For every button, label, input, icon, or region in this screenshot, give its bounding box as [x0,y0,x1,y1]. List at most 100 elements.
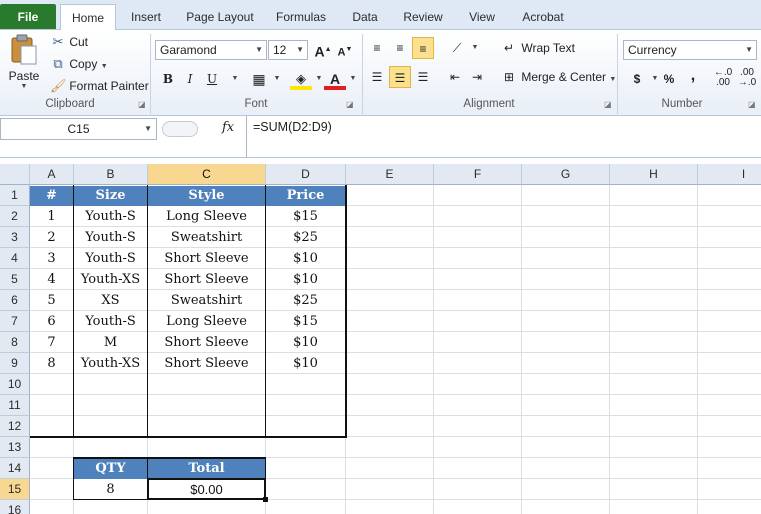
table-cell[interactable]: Youth-XS [74,354,147,374]
row-header-11[interactable]: 11 [0,395,30,416]
column-header-f[interactable]: F [434,164,522,185]
underline-icon[interactable]: U [201,68,223,90]
table-cell[interactable]: 7 [30,333,73,353]
row-header-13[interactable]: 13 [0,437,30,458]
chevron-down-icon[interactable]: ▼ [224,68,246,90]
row-header-8[interactable]: 8 [0,332,30,353]
table-header-cell[interactable]: Style [148,186,265,206]
table-cell[interactable]: $15 [266,312,345,332]
column-header-g[interactable]: G [522,164,610,185]
align-center-icon[interactable]: ☰ [389,66,411,88]
table-cell[interactable]: Youth-XS [74,270,147,290]
align-left-icon[interactable]: ☰ [366,66,388,88]
table-cell[interactable]: 6 [30,312,73,332]
column-header-d[interactable]: D [266,164,346,185]
column-header-h[interactable]: H [610,164,698,185]
copy-dropdown-icon[interactable]: ▼ [101,63,108,70]
table-cell[interactable]: Sweatshirt [148,291,265,311]
table-header-cell[interactable]: Size [74,186,147,206]
summary-header-cell[interactable]: QTY [74,459,147,479]
tab-formulas[interactable]: Formulas [270,4,332,30]
table-cell[interactable]: $25 [266,291,345,311]
wrap-text-button[interactable]: ↵ Wrap Text [500,41,575,55]
table-cell[interactable]: Short Sleeve [148,249,265,269]
decrease-font-size-icon[interactable]: A▼ [334,39,356,61]
align-right-icon[interactable]: ☰ [412,66,434,88]
table-cell[interactable]: $10 [266,270,345,290]
percent-format-icon[interactable]: % [658,68,680,90]
column-header-i[interactable]: I [698,164,761,185]
table-cell[interactable]: Short Sleeve [148,333,265,353]
align-middle-icon[interactable]: ≡ [389,37,411,59]
table-cell[interactable]: $15 [266,207,345,227]
table-cell[interactable]: Long Sleeve [148,207,265,227]
table-cell[interactable]: XS [74,291,147,311]
italic-icon[interactable]: I [179,68,201,90]
table-cell[interactable]: $10 [266,249,345,269]
paste-button[interactable]: Paste ▼ [6,34,42,94]
row-header-3[interactable]: 3 [0,227,30,248]
row-header-5[interactable]: 5 [0,269,30,290]
table-cell[interactable]: Youth-S [74,228,147,248]
tab-home[interactable]: Home [60,4,116,31]
tab-view[interactable]: View [462,4,502,30]
format-painter-button[interactable]: 🖌 Format Painter [50,78,149,94]
increase-decimal-icon[interactable]: ←.0.00 [712,68,734,90]
summary-value-cell[interactable]: 8 [74,480,147,500]
number-launcher-icon[interactable]: ◪ [748,100,756,109]
merge-center-button[interactable]: ⊞ Merge & Center ▼ [500,70,616,84]
tab-review[interactable]: Review [396,4,450,30]
row-header-10[interactable]: 10 [0,374,30,395]
chevron-down-icon[interactable]: ▼ [266,68,288,90]
table-cell[interactable]: 3 [30,249,73,269]
table-header-cell[interactable]: Price [266,186,345,206]
table-cell[interactable]: Youth-S [74,249,147,269]
column-header-a[interactable]: A [30,164,74,185]
font-launcher-icon[interactable]: ◪ [346,100,354,109]
table-cell[interactable]: Sweatshirt [148,228,265,248]
row-header-6[interactable]: 6 [0,290,30,311]
row-header-1[interactable]: 1 [0,185,30,206]
tab-file[interactable]: File [0,4,56,29]
font-size-combo[interactable]: 12 ▼ [268,40,308,60]
row-header-15[interactable]: 15 [0,479,30,500]
table-cell[interactable]: Short Sleeve [148,354,265,374]
row-header-12[interactable]: 12 [0,416,30,437]
comma-format-icon[interactable]: , [682,68,704,90]
row-header-4[interactable]: 4 [0,248,30,269]
table-header-cell[interactable]: # [30,186,73,206]
table-cell[interactable]: M [74,333,147,353]
tab-insert[interactable]: Insert [122,4,170,30]
clipboard-launcher-icon[interactable]: ◪ [138,100,146,109]
copy-button[interactable]: ⧉ Copy ▼ [50,56,108,72]
table-cell[interactable]: 8 [30,354,73,374]
decrease-indent-icon[interactable]: ⇤ [444,66,466,88]
table-cell[interactable]: Long Sleeve [148,312,265,332]
select-all-corner[interactable] [0,164,30,185]
table-cell[interactable]: $10 [266,354,345,374]
fill-handle[interactable] [263,497,268,502]
table-cell[interactable]: 1 [30,207,73,227]
number-format-combo[interactable]: Currency ▼ [623,40,757,60]
table-cell[interactable]: $10 [266,333,345,353]
table-cell[interactable]: $25 [266,228,345,248]
column-header-e[interactable]: E [346,164,434,185]
formula-input[interactable]: =SUM(D2:D9) [246,116,761,158]
increase-font-size-icon[interactable]: A▲ [312,39,334,61]
table-cell[interactable]: Youth-S [74,207,147,227]
row-header-9[interactable]: 9 [0,353,30,374]
name-box[interactable]: C15 ▼ [0,118,157,140]
table-cell[interactable]: 5 [30,291,73,311]
align-top-icon[interactable]: ≡ [366,37,388,59]
alignment-launcher-icon[interactable]: ◪ [604,100,612,109]
formula-bar-grip-icon[interactable] [162,121,198,137]
row-header-2[interactable]: 2 [0,206,30,227]
table-cell[interactable]: Youth-S [74,312,147,332]
column-header-c[interactable]: C [148,164,266,185]
font-name-combo[interactable]: Garamond ▼ [155,40,267,60]
tab-page-layout[interactable]: Page Layout [180,4,260,30]
tab-acrobat[interactable]: Acrobat [514,4,572,30]
column-header-b[interactable]: B [74,164,148,185]
table-cell[interactable]: Short Sleeve [148,270,265,290]
summary-header-cell[interactable]: Total [148,459,265,479]
